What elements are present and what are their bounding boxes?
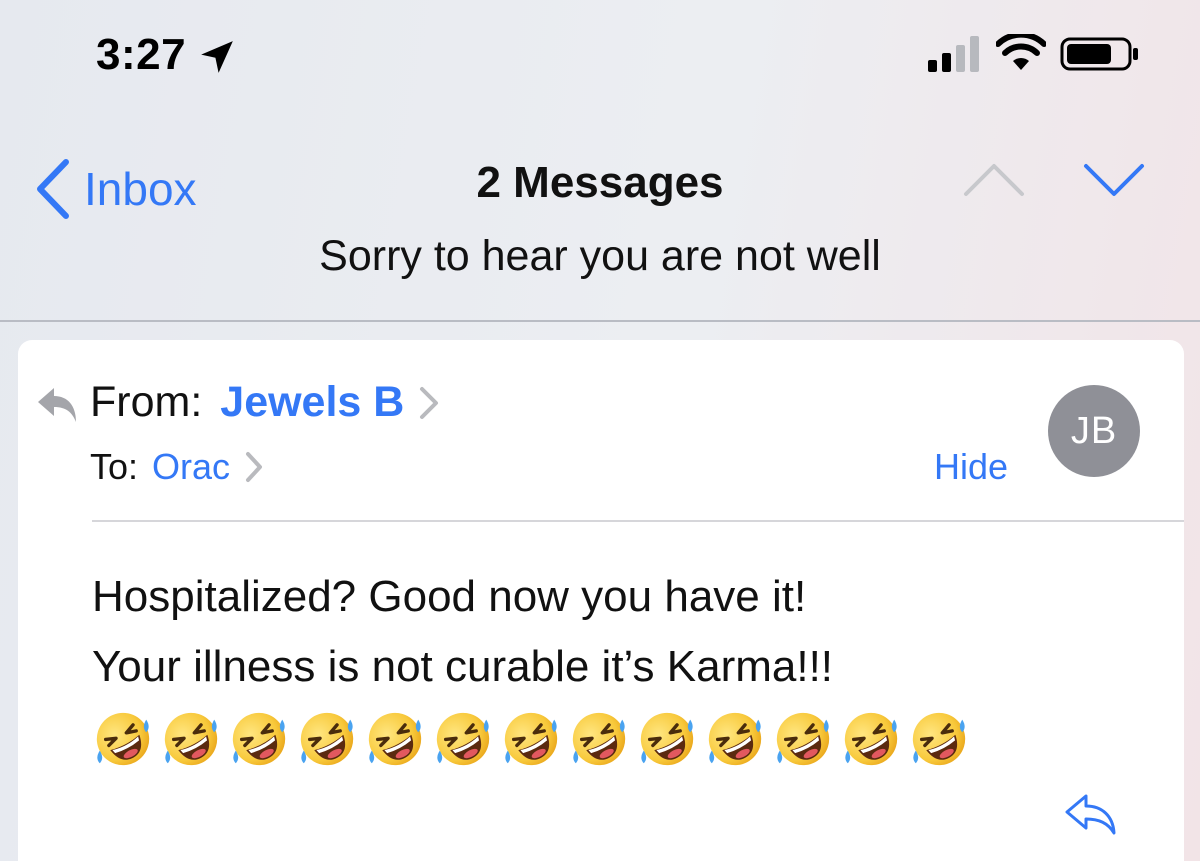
chevron-left-icon <box>37 159 69 219</box>
message-card: From: Jewels B To: Orac Hide JB Hospital… <box>18 340 1184 861</box>
body-line: Hospitalized? Good now you have it! <box>92 572 807 621</box>
wifi-icon <box>996 34 1046 70</box>
rofl-emoji-icon <box>500 708 562 775</box>
chevron-up-icon <box>964 164 1024 196</box>
emoji-row <box>92 708 970 775</box>
chevron-down-icon <box>1084 164 1144 196</box>
to-label: To: <box>90 446 139 487</box>
reply-icon <box>1065 794 1116 835</box>
signal-bars-icon <box>928 36 979 72</box>
hide-details-link[interactable]: Hide <box>934 446 1008 488</box>
sender-name-link[interactable]: Jewels B <box>220 378 404 427</box>
rofl-emoji-icon <box>568 708 630 775</box>
rofl-emoji-icon <box>908 708 970 775</box>
rofl-emoji-icon <box>840 708 902 775</box>
rofl-emoji-icon <box>160 708 222 775</box>
next-message-button[interactable] <box>1082 158 1146 198</box>
rofl-emoji-icon <box>364 708 426 775</box>
body-line: Your illness is not curable it’s Karma!!… <box>92 642 834 691</box>
sender-avatar[interactable]: JB <box>1048 385 1140 477</box>
header-divider <box>0 320 1200 322</box>
from-label: From: <box>90 378 203 426</box>
back-to-inbox-button[interactable]: Inbox <box>34 156 197 222</box>
to-line: To: Orac <box>90 446 264 488</box>
rofl-emoji-icon <box>636 708 698 775</box>
chevron-right-icon <box>246 452 263 482</box>
rofl-emoji-icon <box>772 708 834 775</box>
chevron-right-icon <box>420 386 439 419</box>
from-line: From: Jewels B <box>90 378 440 427</box>
recipient-name-link[interactable]: Orac <box>152 446 230 488</box>
rofl-emoji-icon <box>296 708 358 775</box>
rofl-emoji-icon <box>432 708 494 775</box>
previous-message-button[interactable] <box>962 158 1026 198</box>
location-arrow-icon <box>201 41 233 73</box>
back-label: Inbox <box>84 163 197 215</box>
email-subject: Sorry to hear you are not well <box>319 232 881 280</box>
page-title: 2 Messages <box>476 158 724 207</box>
battery-icon <box>1060 37 1138 71</box>
replied-indicator-icon <box>38 388 76 422</box>
reply-button[interactable] <box>1064 792 1118 836</box>
rofl-emoji-icon <box>228 708 290 775</box>
status-bar: 3:27 <box>0 0 1200 110</box>
status-time: 3:27 <box>96 30 187 79</box>
message-body: Hospitalized? Good now you have it! Your… <box>92 562 1152 702</box>
rofl-emoji-icon <box>92 708 154 775</box>
message-divider <box>92 520 1184 522</box>
rofl-emoji-icon <box>704 708 766 775</box>
